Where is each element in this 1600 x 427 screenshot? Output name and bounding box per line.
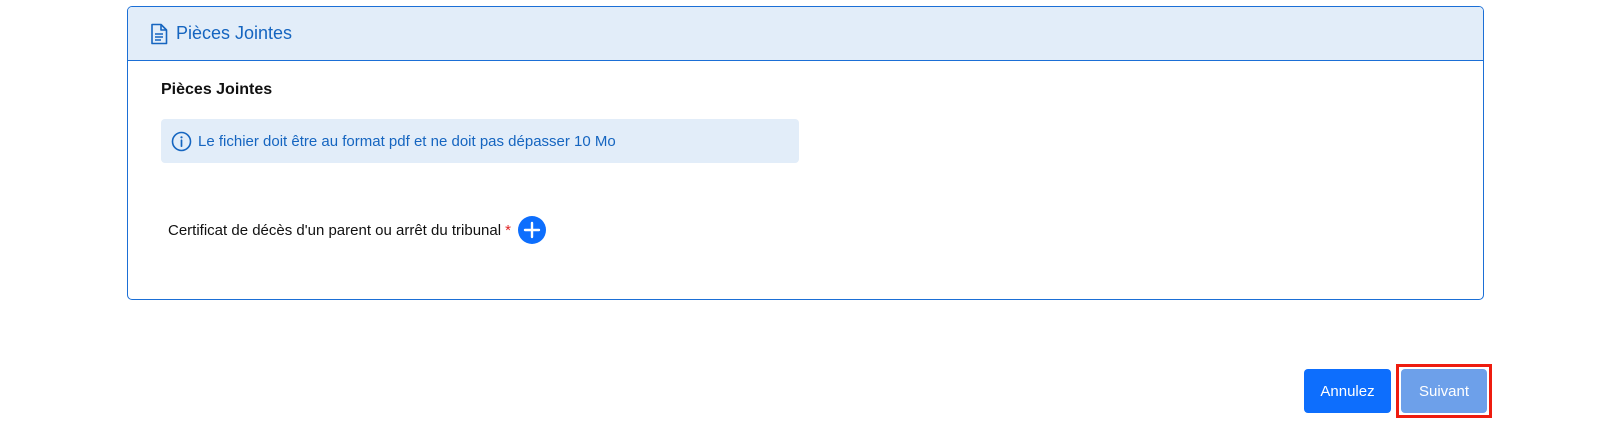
- cancel-button[interactable]: Annulez: [1304, 369, 1391, 413]
- attachment-field: Certificat de décès d'un parent ou arrêt…: [168, 216, 546, 244]
- info-alert: Le fichier doit être au format pdf et ne…: [161, 119, 799, 163]
- page: Pièces Jointes Pièces Jointes Le fichier…: [0, 0, 1600, 427]
- document-icon: [150, 23, 168, 45]
- card-header: Pièces Jointes: [128, 7, 1483, 61]
- info-icon: [171, 131, 192, 152]
- card-title: Pièces Jointes: [176, 23, 293, 43]
- section-title: Pièces Jointes: [161, 81, 273, 98]
- add-attachment-button[interactable]: [517, 216, 546, 244]
- info-text: Le fichier doit être au format pdf et ne…: [198, 132, 616, 150]
- field-label: Certificat de décès d'un parent ou arrêt…: [168, 221, 502, 239]
- attachments-card: Pièces Jointes Pièces Jointes Le fichier…: [127, 6, 1484, 300]
- required-marker: *: [505, 221, 511, 239]
- next-button[interactable]: Suivant: [1401, 369, 1487, 413]
- plus-icon: [523, 221, 541, 239]
